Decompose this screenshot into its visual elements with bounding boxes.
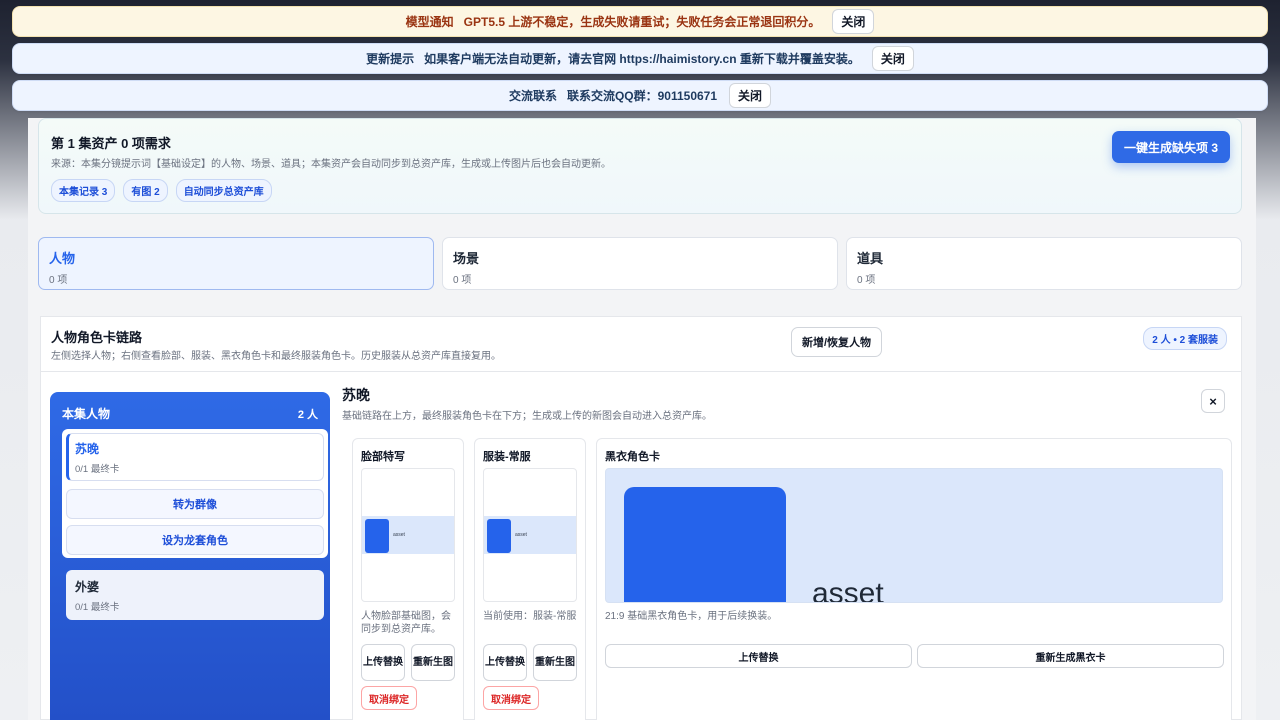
face-upload-button[interactable]: 上传替换 — [361, 644, 405, 681]
outfit-upload-button[interactable]: 上传替换 — [483, 644, 527, 681]
tab-characters[interactable]: 人物 0 项 — [38, 237, 434, 290]
outfit-card: 服装-常服 asset 当前使用：服装-常服 上传替换 重新生图 取消绑定 — [474, 438, 586, 720]
detail-character-name: 苏晚 — [342, 387, 370, 403]
episode-summary-card: 第 1 集资产 0 项需求 来源：本集分镜提示词【基础设定】的人物、场景、道具；… — [38, 118, 1242, 214]
tab-characters-count: 0 项 — [49, 275, 68, 286]
tab-scenes[interactable]: 场景 0 项 — [442, 237, 838, 290]
outfit-regenerate-button[interactable]: 重新生图 — [533, 644, 577, 681]
summary-chips: 本集记录 3 有图 2 自动同步总资产库 — [51, 179, 272, 202]
model-notice-text: GPT5.5 上游不稳定，生成失败请重试；失败任务会正常退回积分。 — [463, 15, 821, 29]
preview-block — [624, 487, 786, 602]
char-list-title: 本集人物 — [62, 407, 111, 421]
char-final-count: 0/1 最终卡 — [75, 602, 120, 613]
panel-title: 人物角色卡链路 — [51, 330, 143, 345]
tab-scenes-label: 场景 — [453, 251, 480, 266]
update-notice-label: 更新提示 — [366, 52, 415, 66]
model-notice-close-button[interactable]: 关闭 — [832, 9, 875, 34]
detail-desc: 基础链路在上方，最终服装角色卡在下方；生成或上传的新图会自动进入总资产库。 — [342, 411, 712, 422]
update-notice-banner: 更新提示 如果客户端无法自动更新，请去官网 https://haimistory… — [12, 43, 1268, 74]
regenerate-black-card-button[interactable]: 重新生成黑衣卡 — [917, 644, 1224, 668]
chip-has-image: 有图 2 — [123, 179, 168, 202]
episode-assets-area: 第 1 集资产 0 项需求 来源：本集分镜提示词【基础设定】的人物、场景、道具；… — [28, 118, 1256, 720]
black-upload-button[interactable]: 上传替换 — [605, 644, 912, 668]
contact-text: 联系交流QQ群：901150671 — [566, 89, 718, 103]
char-list-count: 2 人 — [297, 409, 318, 421]
list-item-su-wan[interactable]: 苏晚 0/1 最终卡 — [66, 433, 324, 481]
contact-banner: 交流联系 联系交流QQ群：901150671 关闭 — [12, 80, 1268, 111]
preview-label: asset — [812, 577, 884, 603]
generate-missing-button[interactable]: 一键生成缺失项 3 — [1111, 131, 1230, 163]
outfit-card-note: 当前使用：服装-常服 — [483, 611, 577, 622]
face-regenerate-button[interactable]: 重新生图 — [411, 644, 455, 681]
face-closeup-card: 脸部特写 asset 人物脸部基础图，会同步到总资产库。 上传替换 重新生图 取… — [352, 438, 464, 720]
outfit-thumbnail[interactable]: asset — [483, 468, 577, 602]
contact-close-button[interactable]: 关闭 — [729, 83, 772, 108]
update-notice-close-button[interactable]: 关闭 — [871, 46, 914, 71]
thumb-label: asset — [393, 532, 405, 538]
thumb-label: asset — [515, 532, 527, 538]
tab-props[interactable]: 道具 0 项 — [846, 237, 1242, 290]
black-card-title: 黑衣角色卡 — [605, 451, 660, 463]
set-extra-role-button[interactable]: 设为龙套角色 — [66, 525, 324, 555]
face-card-title: 脸部特写 — [361, 451, 405, 463]
tab-characters-label: 人物 — [49, 251, 76, 266]
close-icon[interactable]: × — [1201, 389, 1225, 413]
black-card-preview[interactable]: asset — [605, 468, 1223, 603]
update-notice-text: 如果客户端无法自动更新，请去官网 https://haimistory.cn 重… — [424, 52, 860, 66]
char-final-count: 0/1 最终卡 — [75, 464, 120, 475]
list-item-grandma[interactable]: 外婆 0/1 最终卡 — [66, 570, 324, 620]
episode-character-list: 本集人物 2 人 苏晚 0/1 最终卡 转为群像 设为龙套角色 外婆 0/1 最… — [50, 392, 330, 720]
episode-summary-desc: 来源：本集分镜提示词【基础设定】的人物、场景、道具；本集资产会自动同步到总资产库… — [51, 159, 611, 170]
contact-label: 交流联系 — [508, 89, 557, 103]
character-count-badge: 2 人 • 2 套服装 — [1143, 327, 1227, 350]
char-name: 外婆 — [75, 580, 100, 594]
episode-summary-title: 第 1 集资产 0 项需求 — [51, 136, 171, 151]
face-thumbnail[interactable]: asset — [361, 468, 455, 602]
outfit-unbind-button[interactable]: 取消绑定 — [483, 686, 539, 710]
tab-props-label: 道具 — [857, 251, 884, 266]
chip-episode-records: 本集记录 3 — [51, 179, 116, 202]
character-card-panel: 人物角色卡链路 左侧选择人物；右侧查看脸部、服装、黑衣角色卡和最终服装角色卡。历… — [40, 316, 1242, 720]
panel-desc: 左侧选择人物；右侧查看脸部、服装、黑衣角色卡和最终服装角色卡。历史服装从总资产库… — [51, 351, 501, 362]
face-unbind-button[interactable]: 取消绑定 — [361, 686, 417, 710]
selected-character-box: 苏晚 0/1 最终卡 转为群像 设为龙套角色 — [62, 429, 328, 558]
char-name: 苏晚 — [75, 442, 100, 456]
black-card-note: 21:9 基础黑衣角色卡，用于后续换装。 — [605, 611, 778, 622]
outfit-card-title: 服装-常服 — [483, 451, 531, 463]
thumb-block — [365, 519, 389, 553]
convert-to-group-button[interactable]: 转为群像 — [66, 489, 324, 519]
panel-divider — [41, 371, 1241, 372]
thumb-block — [487, 519, 511, 553]
add-restore-character-button[interactable]: 新增/恢复人物 — [791, 327, 883, 357]
chip-auto-sync: 自动同步总资产库 — [175, 179, 272, 202]
black-outfit-card: 黑衣角色卡 asset 21:9 基础黑衣角色卡，用于后续换装。 上传替换 重新… — [596, 438, 1232, 720]
face-card-note: 人物脸部基础图，会同步到总资产库。 — [361, 611, 451, 635]
model-notice-label: 模型通知 — [405, 15, 454, 29]
tab-scenes-count: 0 项 — [453, 275, 472, 286]
tab-props-count: 0 项 — [857, 275, 876, 286]
model-notice-banner: 模型通知 GPT5.5 上游不稳定，生成失败请重试；失败任务会正常退回积分。 关… — [12, 6, 1268, 37]
